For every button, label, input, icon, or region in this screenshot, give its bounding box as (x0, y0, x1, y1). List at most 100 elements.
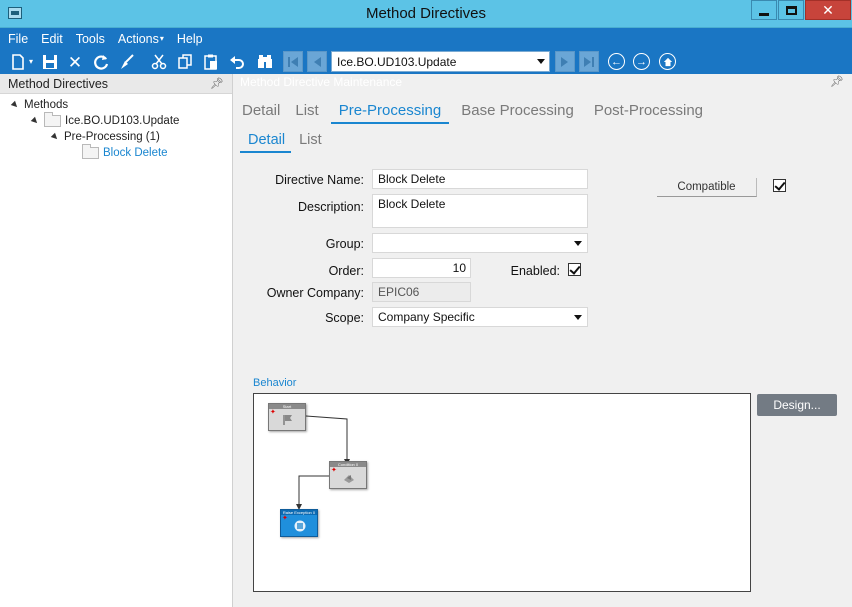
copy-button[interactable] (175, 52, 195, 72)
menu-tools[interactable]: Tools (71, 30, 110, 48)
owner-company-label: Owner Company: (266, 286, 364, 300)
behavior-canvas[interactable]: Start ✦ Condition 0 ✦ Raise Exception 0 … (253, 393, 751, 592)
scope-select[interactable]: Company Specific (372, 307, 588, 327)
workflow-node-raise-exception[interactable]: Raise Exception 0 ✦ (280, 509, 318, 537)
folder-icon (82, 144, 99, 159)
enabled-checkbox[interactable] (568, 263, 581, 276)
behavior-label: Behavior (253, 377, 297, 389)
design-button[interactable]: Design... (757, 394, 837, 416)
group-label: Group: (325, 237, 364, 251)
tab-detail[interactable]: Detail (242, 102, 280, 123)
new-document-icon (12, 54, 24, 70)
paste-button[interactable] (201, 52, 221, 72)
first-record-button[interactable] (283, 51, 303, 72)
maximize-button[interactable] (778, 0, 804, 20)
next-record-button[interactable] (555, 51, 575, 72)
search-button[interactable] (255, 52, 275, 72)
new-button[interactable] (8, 52, 28, 72)
tab-list[interactable]: List (295, 102, 318, 123)
home-icon (663, 57, 672, 66)
forward-button[interactable]: → (633, 53, 650, 70)
directive-maintenance-panel: Method Directive Maintenance 📌︎ Detail L… (234, 74, 852, 607)
folder-icon (44, 112, 61, 127)
chevron-down-icon (574, 241, 582, 246)
app-chrome: File Edit Tools Actions▾ Help ▾ ✕ Ice.BO… (0, 28, 852, 74)
tree-panel-header: Method Directives 📌︎ (0, 74, 232, 94)
home-button[interactable] (659, 53, 676, 70)
required-marker-icon: ✦ (270, 409, 276, 416)
tree-panel: Method Directives 📌︎ Methods Ice.BO.UD10… (0, 74, 233, 607)
new-dropdown-button[interactable]: ▾ (26, 52, 36, 72)
window-title: Method Directives (365, 5, 487, 22)
title-bar: Method Directives ✕ (0, 0, 852, 28)
owner-company-value: EPIC06 (378, 285, 420, 299)
tab-pre-processing[interactable]: Pre-Processing (330, 102, 449, 124)
chevron-down-icon: ▾ (28, 57, 33, 66)
tree-node-label: Ice.BO.UD103.Update (65, 115, 180, 127)
chevron-down-icon (537, 59, 545, 64)
undo-button[interactable] (227, 52, 247, 72)
subtab-list[interactable]: List (299, 132, 322, 152)
directive-name-label: Directive Name: (275, 173, 364, 187)
tree-node-label: Methods (24, 99, 69, 111)
description-input[interactable]: Block Delete (372, 194, 588, 228)
tree-node-directive[interactable]: Block Delete (82, 144, 168, 161)
tab-post-processing[interactable]: Post-Processing (594, 102, 703, 123)
expand-icon[interactable] (30, 116, 40, 126)
delete-button[interactable]: ✕ (65, 52, 85, 72)
expand-icon[interactable] (50, 132, 60, 142)
broom-icon (121, 54, 134, 69)
clear-button[interactable] (117, 52, 137, 72)
expand-icon[interactable] (10, 100, 20, 110)
compatible-button[interactable]: Compatible (657, 178, 757, 197)
method-selector-value: Ice.BO.UD103.Update (337, 55, 457, 69)
menu-actions[interactable]: Actions▾ (113, 30, 169, 48)
arrow-right-icon (561, 56, 568, 67)
workflow-node-start[interactable]: Start ✦ (268, 403, 306, 431)
flag-icon (283, 415, 292, 425)
menu-help[interactable]: Help (172, 30, 208, 48)
cut-button[interactable] (149, 52, 169, 72)
chevron-down-icon (574, 315, 582, 320)
tab-base-processing[interactable]: Base Processing (461, 102, 574, 123)
tree-node-methods[interactable]: Methods (10, 97, 69, 113)
refresh-icon (94, 55, 109, 70)
scope-label: Scope: (325, 311, 364, 325)
workflow-connectors (296, 415, 350, 510)
back-button[interactable]: ← (608, 53, 625, 70)
description-value: Block Delete (378, 197, 446, 211)
sub-tabs: Detail List (239, 132, 336, 153)
menu-bar: File Edit Tools Actions▾ Help (0, 30, 208, 48)
method-selector[interactable]: Ice.BO.UD103.Update (331, 51, 550, 72)
last-record-button[interactable] (579, 51, 599, 72)
pin-icon[interactable]: 📌︎ (210, 74, 224, 94)
workflow-node-condition[interactable]: Condition 0 ✦ (329, 461, 367, 489)
tree-node-label: Block Delete (103, 147, 168, 159)
directive-name-input[interactable]: Block Delete (372, 169, 588, 189)
connector-condition-exception (296, 475, 329, 510)
description-label: Description: (298, 200, 364, 214)
group-select[interactable] (372, 233, 588, 253)
copy-icon (178, 54, 192, 69)
previous-record-button[interactable] (307, 51, 327, 72)
maximize-icon (785, 5, 797, 15)
subtab-detail[interactable]: Detail (239, 132, 292, 153)
minimize-button[interactable] (751, 0, 777, 20)
close-button[interactable]: ✕ (805, 0, 851, 20)
minimize-icon (759, 12, 769, 16)
toolbar: ▾ ✕ Ice.BO.UD103.Update ← → (0, 49, 852, 74)
directive-name-value: Block Delete (378, 172, 446, 186)
compatible-checkbox[interactable] (773, 179, 786, 192)
owner-company-field: EPIC06 (372, 282, 471, 302)
back-arrow-icon: ← (611, 55, 622, 68)
save-button[interactable] (40, 52, 60, 72)
tree-node-method[interactable]: Ice.BO.UD103.Update (30, 112, 180, 129)
menu-actions-label: Actions (117, 32, 159, 46)
close-icon: ✕ (822, 1, 834, 18)
refresh-button[interactable] (91, 52, 111, 72)
tree-node-pre-processing[interactable]: Pre-Processing (1) (50, 129, 160, 145)
menu-file[interactable]: File (3, 30, 33, 48)
scissors-icon (151, 54, 167, 70)
pin-icon[interactable]: 📌︎ (830, 74, 844, 91)
menu-edit[interactable]: Edit (36, 30, 68, 48)
